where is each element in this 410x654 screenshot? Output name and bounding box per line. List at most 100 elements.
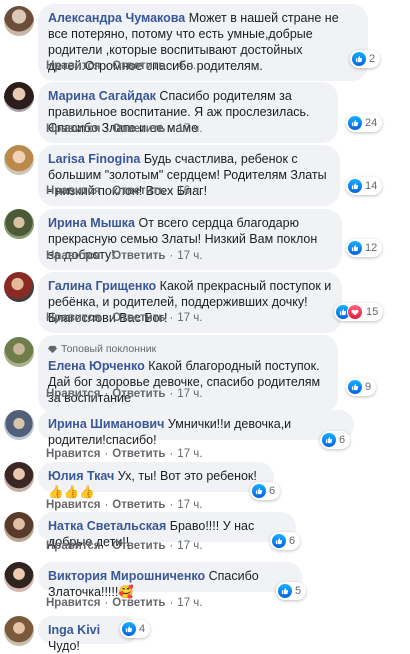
- reply-button[interactable]: Ответить: [112, 123, 165, 135]
- reaction-number: 2: [369, 53, 376, 65]
- like-button[interactable]: Нравится: [46, 250, 100, 262]
- avatar[interactable]: [4, 272, 34, 302]
- reaction-number: 9: [365, 381, 372, 393]
- reply-button[interactable]: Ответить: [112, 250, 165, 262]
- like-icon: [348, 380, 362, 394]
- comment-time[interactable]: 17 ч.: [177, 250, 202, 262]
- reply-button[interactable]: Ответить: [112, 448, 165, 460]
- comment-author[interactable]: Галина Грищенко: [48, 279, 156, 293]
- comment-bubble: Виктория Мирошниченко Спасибо Златочка!!…: [38, 562, 302, 599]
- comment-author[interactable]: Inga Kivi: [48, 623, 100, 637]
- comment-time[interactable]: 16 ч.: [177, 185, 202, 197]
- comment-bubble: Топовый поклонник Елена Юрченко Какой бл…: [38, 335, 338, 413]
- badge-label: Топовый поклонник: [61, 343, 157, 355]
- like-button[interactable]: Нравится: [46, 388, 100, 400]
- comment-actions: Нравится · Ответить · 17 ч.: [46, 250, 203, 262]
- reaction-count[interactable]: 15: [334, 303, 384, 321]
- comment-bubble: Юлия Ткач Ух, ты! Вот это ребенок! 👍👍👍: [38, 462, 274, 499]
- comment-author[interactable]: Ирина Шиманович: [48, 417, 164, 431]
- comment-actions: Нравится · Ответить · 4 ч.: [46, 60, 197, 72]
- comment-actions: Нравится · Ответить · 16 ч.: [46, 185, 203, 197]
- like-icon: [352, 52, 366, 66]
- avatar[interactable]: [4, 616, 34, 646]
- reply-button[interactable]: Ответить: [112, 312, 165, 324]
- diamond-icon: [48, 345, 57, 353]
- like-icon: [348, 116, 362, 130]
- comment-actions: Нравится · Ответить · 17 ч.: [46, 388, 203, 400]
- comment-actions: Нравится · Ответить · 17 ч.: [46, 597, 203, 609]
- comment-author[interactable]: Елена Юрченко: [48, 359, 145, 373]
- comment-time[interactable]: 17 ч.: [177, 540, 202, 552]
- reaction-count[interactable]: 24: [346, 114, 383, 132]
- comment-time[interactable]: 17 ч.: [177, 312, 202, 324]
- like-icon: [122, 622, 136, 636]
- comment-time[interactable]: 17 ч.: [177, 597, 202, 609]
- like-button[interactable]: Нравится: [46, 185, 100, 197]
- reaction-count[interactable]: 12: [346, 239, 383, 257]
- like-icon: [348, 179, 362, 193]
- comment-bubble: Ирина Шиманович Умнички!!и девочка,и род…: [38, 410, 354, 447]
- comment-author[interactable]: Александра Чумакова: [48, 11, 185, 25]
- like-button[interactable]: Нравится: [46, 448, 100, 460]
- like-button[interactable]: Нравится: [46, 499, 100, 511]
- reaction-count[interactable]: 5: [276, 582, 307, 600]
- top-fan-badge: Топовый поклонник: [48, 341, 328, 357]
- avatar[interactable]: [4, 562, 34, 592]
- reaction-count[interactable]: 14: [346, 177, 383, 195]
- reply-button[interactable]: Ответить: [112, 60, 165, 72]
- comment-text: Чудо!: [48, 639, 80, 653]
- like-button[interactable]: Нравится: [46, 540, 100, 552]
- like-button[interactable]: Нравится: [46, 597, 100, 609]
- reaction-count[interactable]: 6: [250, 482, 281, 500]
- like-icon: [348, 241, 362, 255]
- avatar[interactable]: [4, 6, 34, 36]
- reaction-number: 15: [366, 306, 379, 318]
- reaction-count[interactable]: 2: [350, 50, 381, 68]
- comment-time[interactable]: 17 ч.: [177, 499, 202, 511]
- like-button[interactable]: Нравится: [46, 312, 100, 324]
- comment-time[interactable]: 17 ч.: [177, 388, 202, 400]
- comment-bubble: Натка Светальская Браво!!!! У нас добрые…: [38, 512, 296, 549]
- reaction-number: 14: [365, 180, 378, 192]
- reaction-number: 12: [365, 242, 378, 254]
- comment-time[interactable]: 4 ч.: [177, 60, 196, 72]
- avatar[interactable]: [4, 512, 34, 542]
- avatar[interactable]: [4, 145, 34, 175]
- like-icon: [278, 584, 292, 598]
- comment-actions: Нравится · Ответить · 17 ч.: [46, 123, 203, 135]
- reply-button[interactable]: Ответить: [112, 540, 165, 552]
- avatar[interactable]: [4, 462, 34, 492]
- reaction-count[interactable]: 6: [270, 532, 301, 550]
- reaction-number: 6: [269, 485, 276, 497]
- comment-author[interactable]: Юлия Ткач: [48, 469, 114, 483]
- like-button[interactable]: Нравится: [46, 60, 100, 72]
- reaction-number: 6: [289, 535, 296, 547]
- reaction-count[interactable]: 9: [346, 378, 377, 396]
- comment-author[interactable]: Larisa Finogina: [48, 152, 140, 166]
- avatar[interactable]: [4, 410, 34, 440]
- like-button[interactable]: Нравится: [46, 123, 100, 135]
- like-icon: [322, 433, 336, 447]
- avatar[interactable]: [4, 82, 34, 112]
- reply-button[interactable]: Ответить: [112, 597, 165, 609]
- reply-button[interactable]: Ответить: [112, 185, 165, 197]
- comment-actions: Нравится · Ответить · 17 ч.: [46, 312, 203, 324]
- reaction-number: 6: [339, 434, 346, 446]
- avatar[interactable]: [4, 209, 34, 239]
- reaction-count[interactable]: 4: [120, 620, 151, 638]
- like-icon: [252, 484, 266, 498]
- comment-author[interactable]: Ирина Мышка: [48, 216, 135, 230]
- reaction-number: 4: [139, 623, 146, 635]
- comment-author[interactable]: Виктория Мирошниченко: [48, 569, 205, 583]
- avatar[interactable]: [4, 337, 34, 367]
- reply-button[interactable]: Ответить: [112, 499, 165, 511]
- reply-button[interactable]: Ответить: [112, 388, 165, 400]
- comment-actions: Нравится · Ответить · 17 ч.: [46, 499, 203, 511]
- comment-actions: Нравится · Ответить · 17 ч.: [46, 540, 203, 552]
- reaction-count[interactable]: 6: [320, 431, 351, 449]
- comment-time[interactable]: 17 ч.: [177, 448, 202, 460]
- like-icon: [272, 534, 286, 548]
- comment-author[interactable]: Марина Сагайдак: [48, 89, 156, 103]
- comment-author[interactable]: Натка Светальская: [48, 519, 166, 533]
- comment-time[interactable]: 17 ч.: [177, 123, 202, 135]
